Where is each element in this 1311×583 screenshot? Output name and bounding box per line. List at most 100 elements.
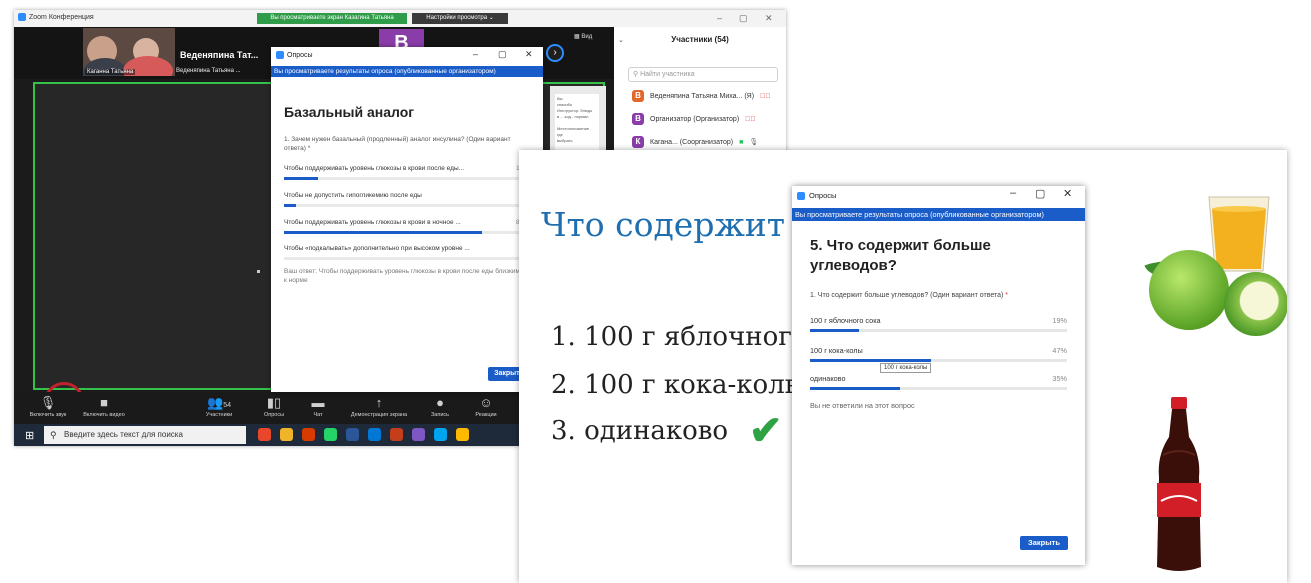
participant-row[interactable]: К Кагана... (Соорганизатор) ■ 🎙 (632, 135, 758, 149)
poll-option: 100 г яблочного сока 19% (810, 316, 1067, 332)
poll-option-bar (810, 387, 1067, 390)
chat-icon: ▬ (311, 395, 325, 410)
participant-row[interactable]: В Организатор (Организатор) 🎙⃠ (632, 112, 756, 126)
participants-count: 54 (223, 402, 231, 409)
your-answer-text: Ваш ответ: Чтобы поддерживать уровень гл… (284, 268, 520, 284)
zoom-logo-icon (18, 13, 26, 21)
thumbnail-caption: Веденяпина Татьяна ... (176, 68, 241, 74)
poll-option-bar (284, 204, 529, 207)
search-icon: ⚲ (50, 430, 57, 440)
windows-start-icon[interactable]: ⊞ (25, 429, 34, 442)
taskbar-app-icon[interactable] (346, 428, 359, 441)
poll-question: 1. Зачем нужен базальный (продленный) ан… (284, 136, 511, 152)
poll-option: 100 г кока-колы 47% (810, 346, 1067, 362)
participant-search-input[interactable]: ⚲ Найти участника (628, 67, 778, 82)
taskbar-app-icon[interactable] (280, 428, 293, 441)
poll-title: 5. Что содержит больше углеводов? (810, 237, 991, 274)
poll-question: 1. Что содержит больше углеводов? (Один … (810, 292, 1009, 299)
taskbar-app-icon[interactable] (302, 428, 315, 441)
taskbar-app-icon[interactable] (434, 428, 447, 441)
view-options-button[interactable]: Настройки просмотра ⌄ (412, 13, 508, 24)
speaker-nameplate: Веденяпина Тат... (180, 50, 259, 60)
microphone-muted-icon: 🎙⃠ (745, 115, 756, 123)
poll-option-bar (810, 329, 1067, 332)
poll-option-label: Чтобы не допустить гипогликемию после ед… (284, 192, 422, 199)
poll-option-bar-fill (284, 204, 297, 207)
avatar: В (632, 90, 644, 102)
video-icon: ■ (739, 138, 744, 146)
zoom-title-bar: Zoom Конференция Вы просматриваете экран… (14, 10, 786, 27)
avatar: В (632, 113, 644, 125)
avatar: К (632, 136, 644, 148)
poll-option-label: 100 г кока-колы (810, 346, 863, 355)
poll-option-bar-fill (810, 387, 900, 390)
chat-button[interactable]: ▬ Чат (288, 392, 348, 418)
zoom-logo-icon (276, 51, 284, 59)
mouse-cursor (257, 270, 260, 273)
participants-header: Участники (54) (671, 35, 729, 44)
poll-option: одинаково 35% (810, 374, 1067, 390)
participant-name: Кагана... (Соорганизатор) (650, 138, 734, 146)
close-icon[interactable]: ✕ (1063, 187, 1072, 200)
poll-option-label: одинаково (810, 374, 846, 383)
slide-list-item: 3. одинаково (551, 416, 729, 446)
poll-option-label: Чтобы поддерживать уровень глюкозы в кро… (284, 165, 465, 172)
participants-button[interactable]: 👥54 Участники (189, 392, 249, 418)
poll-option: Чтобы «подкалывать» дополнительно при вы… (284, 245, 529, 260)
maximize-icon[interactable]: ▢ (498, 49, 507, 60)
shared-chat-message: Вы спасибо Инструктор: блюдо в ... код -… (555, 94, 599, 156)
poll-option-bar-fill (284, 177, 319, 180)
no-answer-text: Вы не ответили на этот вопрос (810, 401, 915, 410)
taskbar-search[interactable]: ⚲ Введите здесь текст для поиска (44, 426, 246, 444)
poll-option-bar (810, 359, 1067, 362)
poll-option-percent: 35% (1052, 374, 1067, 383)
participant-name: Организатор (Организатор) (650, 115, 740, 123)
poll-window-title: Опросы (809, 191, 837, 200)
checkmark-icon: ✔ (749, 409, 783, 453)
poll-option-bar-fill (284, 231, 483, 234)
participant-row[interactable]: В Веденяпина Татьяна Миха... (Я) 🎙⃠ (632, 89, 771, 103)
gallery-next-button[interactable]: › (546, 44, 564, 62)
poll-option-bar (284, 231, 529, 234)
maximize-icon[interactable]: ▢ (1035, 187, 1045, 200)
minimize-icon[interactable]: – (1010, 187, 1016, 199)
poll-option-label: Чтобы поддерживать уровень глюкозы в кро… (284, 219, 461, 226)
taskbar-app-icon[interactable] (390, 428, 403, 441)
taskbar-app-icon[interactable] (368, 428, 381, 441)
slide-list-item: 1. 100 г яблочного (551, 322, 808, 352)
reactions-button[interactable]: ☺ Реакции (456, 392, 516, 418)
view-toggle[interactable]: ▦ Вид (574, 33, 592, 40)
required-mark: * (1005, 292, 1009, 299)
share-screen-icon: ↑ (375, 395, 383, 410)
poll-option-bar (284, 177, 529, 180)
minimize-icon[interactable]: – (473, 49, 478, 59)
taskbar-app-icon[interactable] (324, 428, 337, 441)
thumbnail-caption: Каганна Татьяна (85, 69, 136, 75)
close-icon[interactable]: ✕ (525, 49, 533, 60)
poll-results-window: Опросы – ▢ ✕ Вы просматриваете результат… (271, 47, 543, 392)
poll-option-bar-fill (810, 329, 859, 332)
tooltip: 100 г кока-колы (880, 363, 932, 373)
poll-results-window: Опросы – ▢ ✕ Вы просматриваете результат… (792, 186, 1085, 565)
taskbar-app-icon[interactable] (258, 428, 271, 441)
share-screen-button[interactable]: ↑ Демонстрация экрана (349, 392, 409, 418)
minimize-icon[interactable]: – (717, 13, 722, 23)
poll-option-label: Чтобы «подкалывать» дополнительно при вы… (284, 245, 470, 252)
taskbar-app-icon[interactable] (412, 428, 425, 441)
video-off-icon: ■ (100, 395, 108, 410)
poll-option: Чтобы не допустить гипогликемию после ед… (284, 192, 529, 207)
poll-results-banner: Вы просматриваете результаты опроса (опу… (792, 208, 1085, 221)
start-video-button[interactable]: ■ Включить видео (74, 392, 134, 418)
taskbar-app-icon[interactable] (456, 428, 469, 441)
maximize-icon[interactable]: ▢ (739, 13, 748, 24)
close-button[interactable]: Закрыть (1020, 536, 1068, 550)
video-thumbnail[interactable]: Каганна Татьяна (83, 28, 175, 76)
close-icon[interactable]: ✕ (765, 13, 773, 24)
participants-icon: 👥54 (207, 395, 231, 410)
cola-bottle-image (1157, 397, 1201, 571)
microphone-muted-icon: 🎙 (39, 395, 57, 410)
poll-option-percent: 19% (1052, 316, 1067, 325)
presentation-slide-screenshot: Что содержит бо 1. 100 г яблочного 2. 10… (519, 150, 1287, 583)
unmute-button[interactable]: 🎙 Включить звук (18, 392, 78, 418)
poll-option: Чтобы поддерживать уровень глюкозы в кро… (284, 165, 529, 180)
